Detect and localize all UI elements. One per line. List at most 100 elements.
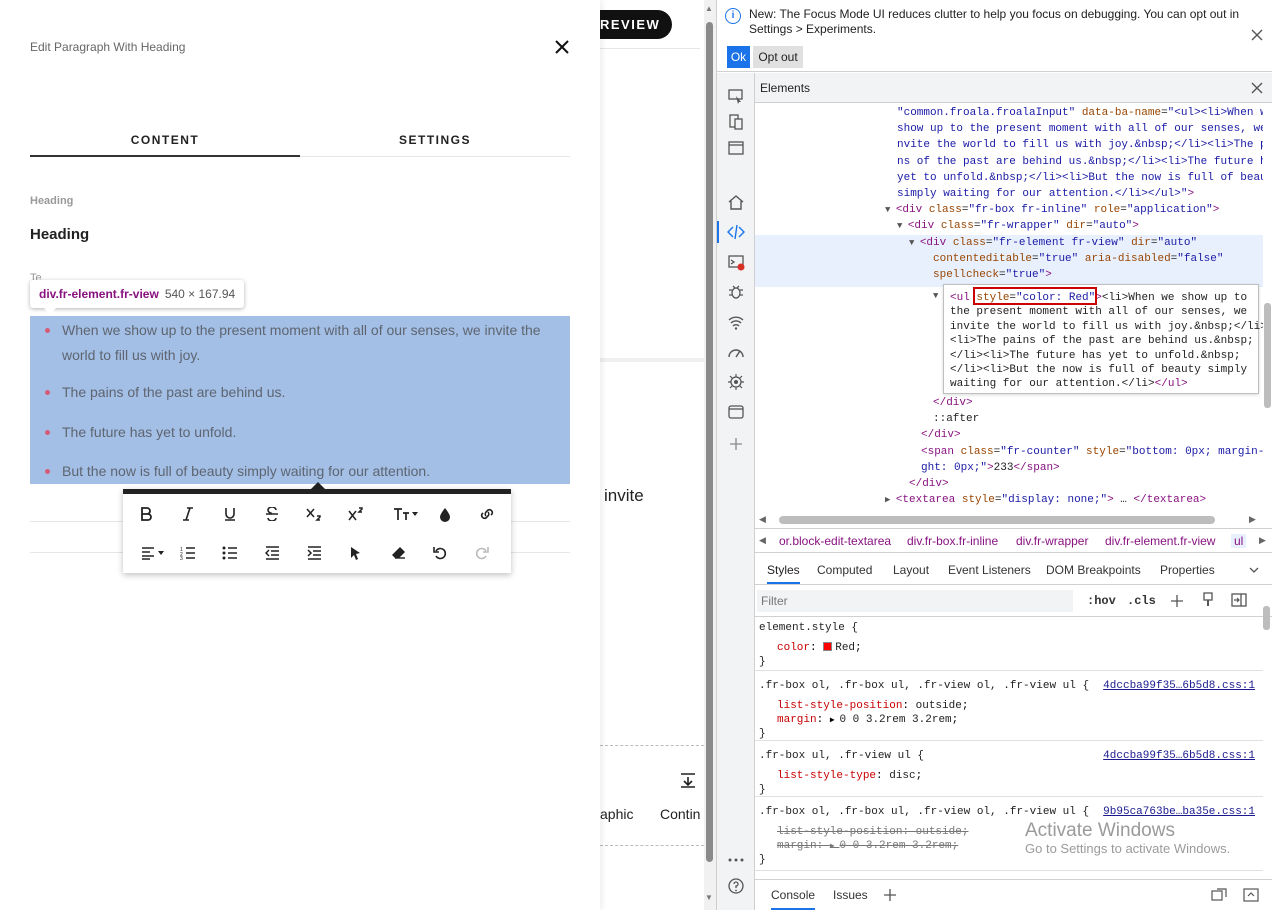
dom-line[interactable]: invite the world to fill us with joy.&nb… [950,320,1263,334]
rule-selector[interactable]: .fr-box ol, .fr-box ul, .fr-view ol, .fr… [759,805,1089,819]
rich-text-editor[interactable]: When we show up to the present moment wi… [30,316,570,484]
class-toggle-button[interactable]: .cls [1127,594,1156,608]
dom-line[interactable]: nvite the world to fill us with joy.&nbs… [897,137,1263,153]
tab-issues[interactable]: Issues [833,888,868,902]
list-item[interactable]: When we show up to the present moment wi… [45,318,560,368]
list-item[interactable]: But the now is full of beauty simply wai… [45,459,430,484]
breadcrumb-item[interactable]: div.fr-element.fr-view [1105,534,1215,548]
dom-line[interactable]: ::after [933,411,979,427]
dom-line[interactable]: <span class="fr-counter" style="bottom: … [921,444,1263,460]
dom-line[interactable]: </li><li>But the now is full of beauty s… [950,363,1247,377]
strikethrough-icon[interactable] [258,502,286,526]
style-rule[interactable]: element.style {color: Red;} [755,617,1263,671]
dom-line[interactable]: ▼ <div class="fr-box fr-inline" role="ap… [885,202,1219,218]
underline-icon[interactable] [216,502,244,526]
dom-line[interactable]: ns of the past are behind us.&nbsp;</li>… [897,154,1263,170]
console-icon[interactable] [727,253,745,271]
expand-triangle-icon[interactable]: ▼ [909,238,920,248]
new-rule-icon[interactable] [1169,593,1185,609]
subscript-icon[interactable] [300,502,328,526]
tab-settings[interactable]: SETTINGS [300,124,570,157]
style-declaration[interactable]: list-style-position: outside; [777,825,968,839]
list-item[interactable]: The future has yet to unfold. [45,420,236,445]
tab-styles[interactable]: Styles [767,563,800,584]
dom-vertical-scrollbar[interactable] [1263,103,1272,527]
select-all-icon[interactable] [342,541,370,565]
more-tools-icon[interactable] [727,851,745,869]
styles-rules[interactable]: .fr-box ol, .fr-box ul, .fr-view ol, .fr… [755,617,1263,875]
scroll-up-icon[interactable]: ▲ [705,4,713,13]
tab-event-listeners[interactable]: Event Listeners [948,563,1031,577]
dom-line[interactable]: show up to the present moment with all o… [897,121,1263,137]
home-icon[interactable] [727,193,745,211]
dom-line[interactable]: spellcheck="true"> [933,267,1052,283]
tab-properties[interactable]: Properties [1160,563,1215,577]
crumb-right-icon[interactable]: ▶ [1259,535,1266,546]
outdent-icon[interactable] [258,541,286,565]
dom-line[interactable]: simply waiting for our attention.</li></… [897,186,1194,202]
tab-layout[interactable]: Layout [893,563,929,577]
filter-input[interactable] [757,590,1073,612]
style-declaration[interactable]: margin: ▶ 0 0 3.2rem 3.2rem; [777,713,958,728]
background-text[interactable]: aphic [600,806,633,822]
dom-line[interactable]: the present moment with all of our sense… [950,305,1247,319]
redo-icon[interactable] [468,541,496,565]
ordered-list-icon[interactable]: 123 [174,541,202,565]
dom-line[interactable]: ▶ <textarea style="display: none;"> … </… [885,492,1206,508]
style-declaration[interactable]: margin: ▶ 0 0 3.2rem 3.2rem; [777,839,958,854]
dom-line[interactable]: <li>The pains of the past are behind us.… [950,334,1254,348]
color-swatch[interactable] [823,642,833,651]
add-tool-icon[interactable] [727,435,745,453]
page-scrollbar-thumb[interactable] [706,22,713,862]
rule-selector[interactable]: .fr-box ul, .fr-view ul { [759,749,924,763]
undo-icon[interactable] [426,541,454,565]
italic-icon[interactable] [174,502,202,526]
add-tab-icon[interactable] [883,888,897,902]
dock-icon[interactable] [1211,888,1227,902]
unordered-list-icon[interactable] [216,541,244,565]
paint-icon[interactable] [1201,592,1215,608]
dom-line[interactable]: "common.froala.froalaInput" data-ba-name… [897,105,1263,121]
panel-title[interactable]: Elements [760,81,810,95]
scrollbar-thumb[interactable] [1264,303,1271,408]
breadcrumb-item[interactable]: or.block-edit-textarea [779,534,891,548]
hover-state-button[interactable]: :hov [1087,594,1116,608]
scroll-right-icon[interactable]: ▶ [1249,514,1256,525]
dom-line[interactable]: ▼ <div class="fr-element fr-view" dir="a… [909,235,1197,251]
dom-line[interactable]: yet to unfold.&nbsp;</li><li>But the now… [897,170,1263,186]
dom-line[interactable]: </div> [921,427,961,443]
scroll-down-icon[interactable]: ▼ [705,893,713,902]
dom-line[interactable]: ght: 0px;">233</span> [921,460,1060,476]
bug-icon[interactable] [727,283,745,301]
expand-triangle-icon[interactable]: ▶ [830,842,840,851]
insert-block-icon[interactable] [680,772,696,788]
expand-drawer-icon[interactable] [1243,888,1259,902]
inspect-element-icon[interactable] [727,87,745,105]
toggle-sidebar-icon[interactable] [1231,593,1247,607]
application-icon[interactable] [727,403,745,421]
elements-icon[interactable] [727,223,745,241]
superscript-icon[interactable] [342,502,370,526]
tab-console[interactable]: Console [771,888,816,910]
network-icon[interactable] [727,313,745,331]
window-icon[interactable] [727,139,745,157]
ok-button[interactable]: Ok [727,46,750,68]
breadcrumb-item[interactable]: div.fr-box.fr-inline [907,534,998,548]
scrollbar-thumb[interactable] [779,516,1215,524]
preview-button[interactable]: REVIEW [600,10,672,39]
style-rule[interactable]: .fr-box ol, .fr-box ul, .fr-view ol, .fr… [755,675,1263,741]
dom-line[interactable]: waiting for our attention.</li></ul> [950,377,1188,391]
text-color-icon[interactable] [431,502,459,526]
dom-tree[interactable]: <ul style="color: Red"><li>When we show … [755,103,1263,513]
rule-selector[interactable]: element.style { [759,621,858,635]
heading-value[interactable]: Heading [30,226,89,243]
rule-selector[interactable]: .fr-box ol, .fr-box ul, .fr-view ol, .fr… [759,679,1089,693]
dom-line[interactable]: </div> [909,476,949,492]
dom-horizontal-scrollbar[interactable]: ◀ ▶ [755,513,1263,527]
background-text[interactable]: Contin [660,806,700,822]
close-icon[interactable] [552,37,572,57]
align-icon[interactable] [132,541,164,565]
expand-triangle-icon[interactable]: ▶ [830,716,840,725]
performance-icon[interactable] [727,343,745,361]
tab-content[interactable]: CONTENT [30,124,300,157]
